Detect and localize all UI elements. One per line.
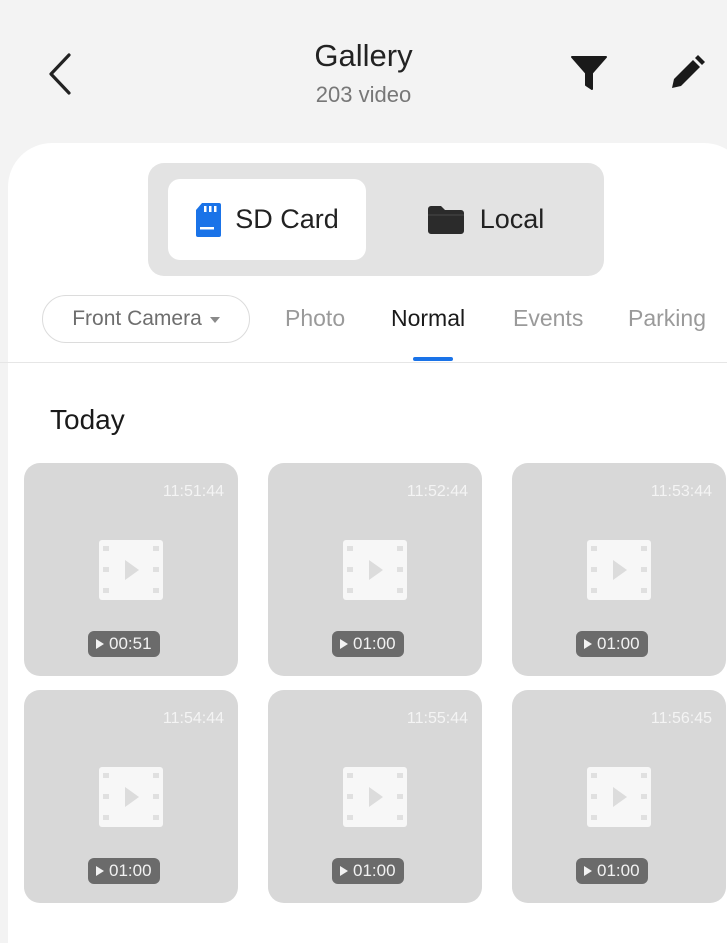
sd-card-label: SD Card — [235, 204, 339, 234]
video-timestamp: 11:51:44 — [162, 483, 224, 500]
pencil-icon — [672, 55, 705, 88]
filter-funnel-icon — [571, 56, 607, 90]
caret-down-icon — [209, 317, 220, 323]
video-duration: 01:00 — [597, 634, 640, 653]
video-duration: 01:00 — [353, 634, 396, 653]
video-count: 203 video — [315, 82, 412, 107]
local-label: Local — [479, 204, 545, 234]
video-duration: 01:00 — [353, 861, 396, 880]
video-timestamp: 11:55:44 — [406, 710, 468, 727]
video-thumbnail[interactable]: 11:51:44 00:51 — [24, 463, 238, 676]
play-icon — [96, 639, 104, 649]
video-duration-badge: 01:00 — [332, 858, 404, 884]
page-title: Gallery — [314, 38, 413, 73]
tab-normal[interactable]: Normal — [391, 305, 465, 332]
video-duration-badge: 00:51 — [88, 631, 160, 657]
play-icon — [96, 866, 104, 876]
play-icon — [584, 866, 592, 876]
video-placeholder-icon — [99, 540, 163, 600]
filter-button[interactable] — [566, 50, 612, 96]
edit-button[interactable] — [664, 50, 710, 96]
video-duration: 01:00 — [109, 861, 152, 880]
video-duration-badge: 01:00 — [88, 858, 160, 884]
video-duration-badge: 01:00 — [576, 631, 648, 657]
video-timestamp: 11:53:44 — [650, 483, 712, 500]
sd-card-option[interactable]: SD Card — [168, 179, 366, 260]
video-thumbnail[interactable]: 11:56:45 01:00 — [512, 690, 726, 903]
play-icon — [340, 866, 348, 876]
video-placeholder-icon — [587, 767, 651, 827]
video-placeholder-icon — [343, 767, 407, 827]
local-option[interactable]: Local — [380, 179, 590, 260]
video-thumbnail[interactable]: 11:53:44 01:00 — [512, 463, 726, 676]
camera-select[interactable]: Front Camera — [42, 295, 250, 343]
video-duration: 00:51 — [109, 634, 152, 653]
play-icon — [584, 639, 592, 649]
folder-icon — [427, 205, 464, 234]
video-placeholder-icon — [99, 767, 163, 827]
app-header: Gallery 203 video — [0, 0, 727, 145]
video-duration: 01:00 — [597, 861, 640, 880]
tab-parking[interactable]: Parking — [628, 305, 706, 332]
camera-select-value: Front Camera — [72, 307, 202, 330]
section-title: Today — [50, 404, 125, 435]
video-placeholder-icon — [343, 540, 407, 600]
video-thumbnail[interactable]: 11:55:44 01:00 — [268, 690, 482, 903]
tab-photo[interactable]: Photo — [285, 305, 345, 332]
video-timestamp: 11:52:44 — [406, 483, 468, 500]
play-icon — [340, 639, 348, 649]
tab-events[interactable]: Events — [513, 305, 583, 332]
video-placeholder-icon — [587, 540, 651, 600]
video-thumbnail[interactable]: 11:54:44 01:00 — [24, 690, 238, 903]
tabs-divider — [0, 362, 727, 363]
video-thumbnail[interactable]: 11:52:44 01:00 — [268, 463, 482, 676]
video-duration-badge: 01:00 — [332, 631, 404, 657]
video-timestamp: 11:54:44 — [162, 710, 224, 727]
sd-card-icon — [196, 202, 222, 237]
active-tab-indicator — [413, 357, 453, 361]
video-duration-badge: 01:00 — [576, 858, 648, 884]
storage-source-toggle: SD Card Local — [148, 163, 604, 276]
video-timestamp: 11:56:45 — [650, 710, 712, 727]
